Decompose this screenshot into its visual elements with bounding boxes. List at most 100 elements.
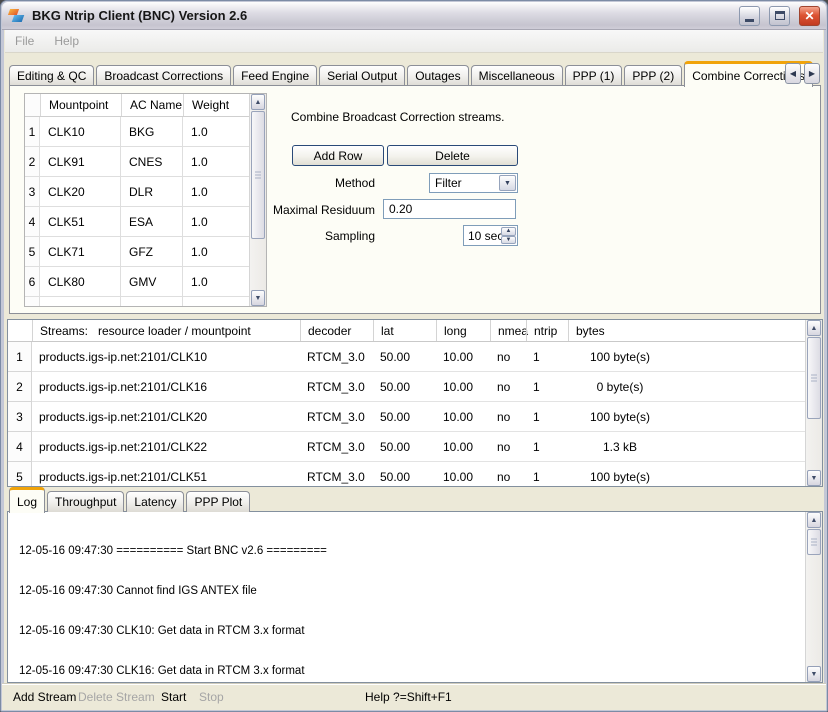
cell-lat[interactable]: 50.00 (373, 402, 436, 432)
cell-mountpoint[interactable]: products.igs-ip.net:2101/CLK20 (32, 402, 300, 432)
cell-ac-name[interactable]: GMV (121, 267, 183, 297)
cell-nmea[interactable]: no (490, 432, 526, 462)
menu-help[interactable]: Help (44, 34, 89, 48)
scroll-down-button[interactable]: ▼ (251, 290, 265, 306)
tab-ppp-2[interactable]: PPP (2) (624, 65, 682, 86)
cell-weight[interactable]: 1.0 (183, 117, 251, 147)
tab-feed-engine[interactable]: Feed Engine (233, 65, 317, 86)
tab-ppp-plot[interactable]: PPP Plot (186, 491, 250, 512)
cell-mountpoint[interactable]: CLK91 (40, 147, 121, 177)
cell-decoder[interactable]: RTCM_3.0 (300, 372, 373, 402)
stream-row[interactable]: 2 products.igs-ip.net:2101/CLK16 RTCM_3.… (8, 372, 822, 402)
cell-ntrip[interactable]: 1 (526, 402, 568, 432)
header-mountpoint[interactable]: Mountpoint (40, 94, 121, 116)
cell-ac-name[interactable]: DLR (121, 177, 183, 207)
header-lat[interactable]: lat (373, 320, 436, 341)
scroll-thumb[interactable] (807, 337, 821, 419)
cell-lat[interactable]: 50.00 (373, 372, 436, 402)
header-streams-mountpoint[interactable]: Streams: resource loader / mountpoint (32, 320, 300, 341)
add-stream-action[interactable]: Add Stream (13, 690, 76, 704)
menu-file[interactable]: File (5, 34, 44, 48)
header-bytes[interactable]: bytes (568, 320, 822, 341)
header-decoder[interactable]: decoder (300, 320, 373, 341)
tab-throughput[interactable]: Throughput (47, 491, 124, 512)
cell-bytes[interactable]: 100 byte(s) (568, 462, 672, 487)
cell-mountpoint[interactable]: CLK71 (40, 237, 121, 267)
titlebar[interactable]: BKG Ntrip Client (BNC) Version 2.6 ✕ (2, 2, 826, 30)
cell-ntrip[interactable]: 1 (526, 342, 568, 372)
method-dropdown[interactable]: Filter ▼ (429, 173, 518, 193)
cell-long[interactable]: 10.00 (436, 372, 490, 402)
stream-row[interactable]: 5 products.igs-ip.net:2101/CLK51 RTCM_3.… (8, 462, 822, 487)
header-nmea[interactable]: nmea (490, 320, 526, 341)
cell-nmea[interactable]: no (490, 402, 526, 432)
cell-lat[interactable]: 50.00 (373, 462, 436, 487)
streams-vertical-scrollbar[interactable]: ▲ ▼ (805, 320, 822, 486)
header-long[interactable]: long (436, 320, 490, 341)
header-ntrip[interactable]: ntrip (526, 320, 568, 341)
cell-bytes[interactable]: 1.3 kB (568, 432, 672, 462)
tab-latency[interactable]: Latency (126, 491, 184, 512)
stream-row[interactable]: 4 products.igs-ip.net:2101/CLK22 RTCM_3.… (8, 432, 822, 462)
cell-weight[interactable]: 1.0 (183, 267, 251, 297)
spin-up-button[interactable]: ▲ (501, 227, 516, 236)
cell-ntrip[interactable]: 1 (526, 372, 568, 402)
cell-mountpoint[interactable]: products.igs-ip.net:2101/CLK22 (32, 432, 300, 462)
tab-editing-qc[interactable]: Editing & QC (9, 65, 94, 86)
cell-bytes[interactable]: 0 byte(s) (568, 372, 672, 402)
tab-scroll-left-button[interactable]: ◀ (785, 63, 801, 84)
table-vertical-scrollbar[interactable]: ▲ ▼ (249, 94, 266, 306)
tab-ppp-1[interactable]: PPP (1) (565, 65, 623, 86)
scroll-up-button[interactable]: ▲ (807, 512, 821, 528)
cell-lat[interactable]: 50.00 (373, 432, 436, 462)
header-ac-name[interactable]: AC Name (121, 94, 183, 116)
cell-long[interactable]: 10.00 (436, 342, 490, 372)
cell-mountpoint[interactable]: products.igs-ip.net:2101/CLK16 (32, 372, 300, 402)
cell-weight[interactable]: 1.0 (183, 147, 251, 177)
add-row-button[interactable]: Add Row (292, 145, 384, 166)
stream-row[interactable]: 1 products.igs-ip.net:2101/CLK10 RTCM_3.… (8, 342, 822, 372)
cell-nmea[interactable]: no (490, 372, 526, 402)
maximize-button[interactable] (769, 6, 790, 26)
header-weight[interactable]: Weight (183, 94, 251, 116)
cell-nmea[interactable]: no (490, 342, 526, 372)
cell-bytes[interactable]: 100 byte(s) (568, 342, 672, 372)
cell-mountpoint[interactable]: CLK80 (40, 267, 121, 297)
sampling-stepper[interactable]: 10 sec ▲ ▼ (463, 225, 518, 246)
cell-ac-name[interactable]: CNES (121, 147, 183, 177)
log-output[interactable]: 12-05-16 09:47:30 ========== Start BNC v… (7, 511, 823, 683)
table-row[interactable]: 6 CLK80 GMV 1.0 (25, 267, 266, 297)
cell-ac-name[interactable]: ESA (121, 207, 183, 237)
scroll-down-button[interactable]: ▼ (807, 666, 821, 682)
tab-serial-output[interactable]: Serial Output (319, 65, 405, 86)
cell-long[interactable]: 10.00 (436, 462, 490, 487)
start-action[interactable]: Start (161, 690, 186, 704)
scroll-thumb[interactable] (251, 111, 265, 239)
cell-decoder[interactable]: RTCM_3.0 (300, 462, 373, 487)
tab-miscellaneous[interactable]: Miscellaneous (471, 65, 563, 86)
cell-ac-name[interactable]: BKG (121, 117, 183, 147)
scroll-down-button[interactable]: ▼ (807, 470, 821, 486)
maximal-residuum-field[interactable]: 0.20 (383, 199, 516, 219)
scroll-up-button[interactable]: ▲ (807, 320, 821, 336)
streams-table[interactable]: Streams: resource loader / mountpoint de… (7, 319, 823, 487)
cell-mountpoint[interactable]: CLK51 (40, 207, 121, 237)
cell-long[interactable]: 10.00 (436, 432, 490, 462)
tab-outages[interactable]: Outages (407, 65, 468, 86)
minimize-button[interactable] (739, 6, 760, 26)
cell-nmea[interactable]: no (490, 462, 526, 487)
cell-ac-name[interactable]: GFZ (121, 237, 183, 267)
table-row[interactable]: 2 CLK91 CNES 1.0 (25, 147, 266, 177)
tab-broadcast-corrections[interactable]: Broadcast Corrections (96, 65, 231, 86)
cell-mountpoint[interactable]: products.igs-ip.net:2101/CLK10 (32, 342, 300, 372)
tab-scroll-right-button[interactable]: ▶ (804, 63, 820, 84)
cell-mountpoint[interactable]: CLK10 (40, 117, 121, 147)
scroll-up-button[interactable]: ▲ (251, 94, 265, 110)
cell-mountpoint[interactable]: CLK20 (40, 177, 121, 207)
delete-button[interactable]: Delete (387, 145, 518, 166)
dropdown-arrow-button[interactable]: ▼ (499, 175, 516, 191)
cell-lat[interactable]: 50.00 (373, 342, 436, 372)
spin-down-button[interactable]: ▼ (501, 236, 516, 245)
scroll-thumb[interactable] (807, 529, 821, 555)
cell-decoder[interactable]: RTCM_3.0 (300, 402, 373, 432)
